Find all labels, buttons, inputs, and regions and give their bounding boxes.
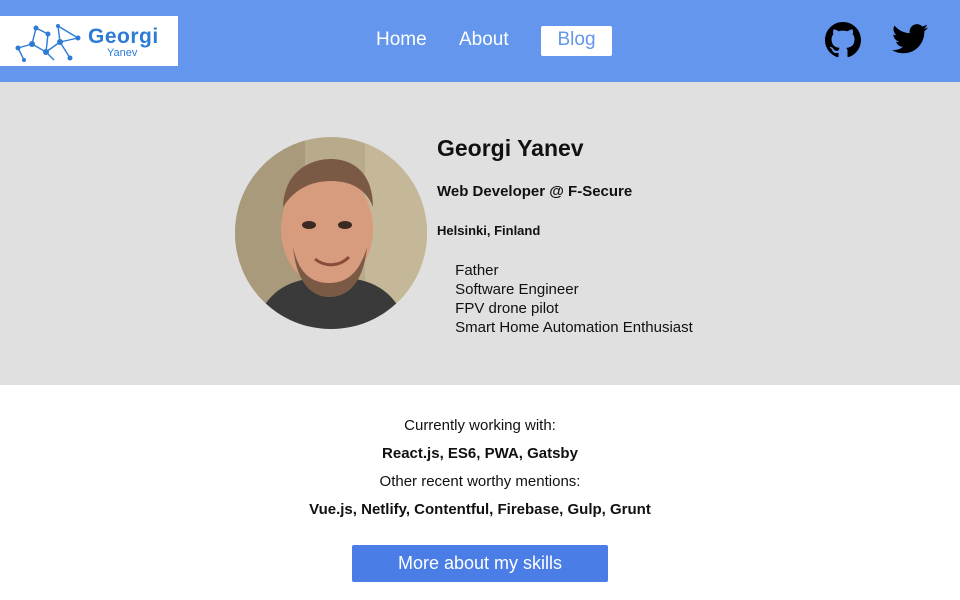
profile-avatar	[235, 137, 427, 329]
logo-subname: Yanev	[107, 47, 138, 59]
current-skills-list: React.js, ES6, PWA, Gatsby	[382, 445, 578, 462]
trait-item: FPV drone pilot	[437, 299, 693, 318]
logo-name: Georgi	[88, 25, 159, 48]
trait-text: FPV drone pilot	[455, 300, 559, 317]
nav-home[interactable]: Home	[376, 26, 427, 56]
nav-blog[interactable]: Blog	[541, 26, 612, 56]
github-icon[interactable]	[825, 22, 861, 58]
trait-text: Software Engineer	[455, 281, 579, 298]
nav-about[interactable]: About	[459, 26, 509, 56]
profile-role: Web Developer @ F-Secure	[437, 183, 633, 200]
trait-text: Father	[455, 262, 499, 279]
more-skills-button[interactable]: More about my skills	[352, 545, 608, 582]
other-skills-label: Other recent worthy mentions:	[379, 473, 581, 490]
network-logo-icon	[15, 24, 81, 62]
trait-item: Smart Home Automation Enthusiast	[437, 318, 693, 337]
profile-location: Helsinki, Finland	[437, 223, 541, 238]
profile-name: Georgi Yanev	[437, 135, 584, 161]
profile-section: Georgi Yanev Web Developer @ F-Secure He…	[0, 82, 960, 385]
trait-item: Software Engineer	[437, 280, 693, 299]
site-logo[interactable]: Georgi Yanev	[0, 16, 178, 66]
current-skills-label: Currently working with:	[404, 417, 556, 434]
other-skills-list: Vue.js, Netlify, Contentful, Firebase, G…	[309, 501, 651, 518]
twitter-icon[interactable]	[892, 23, 928, 55]
trait-item: Father	[437, 261, 693, 280]
trait-text: Smart Home Automation Enthusiast	[455, 319, 693, 336]
profile-traits: Father Software Engineer FPV drone pilot…	[437, 261, 693, 337]
site-header: Georgi Yanev Home About Blog	[0, 0, 960, 82]
